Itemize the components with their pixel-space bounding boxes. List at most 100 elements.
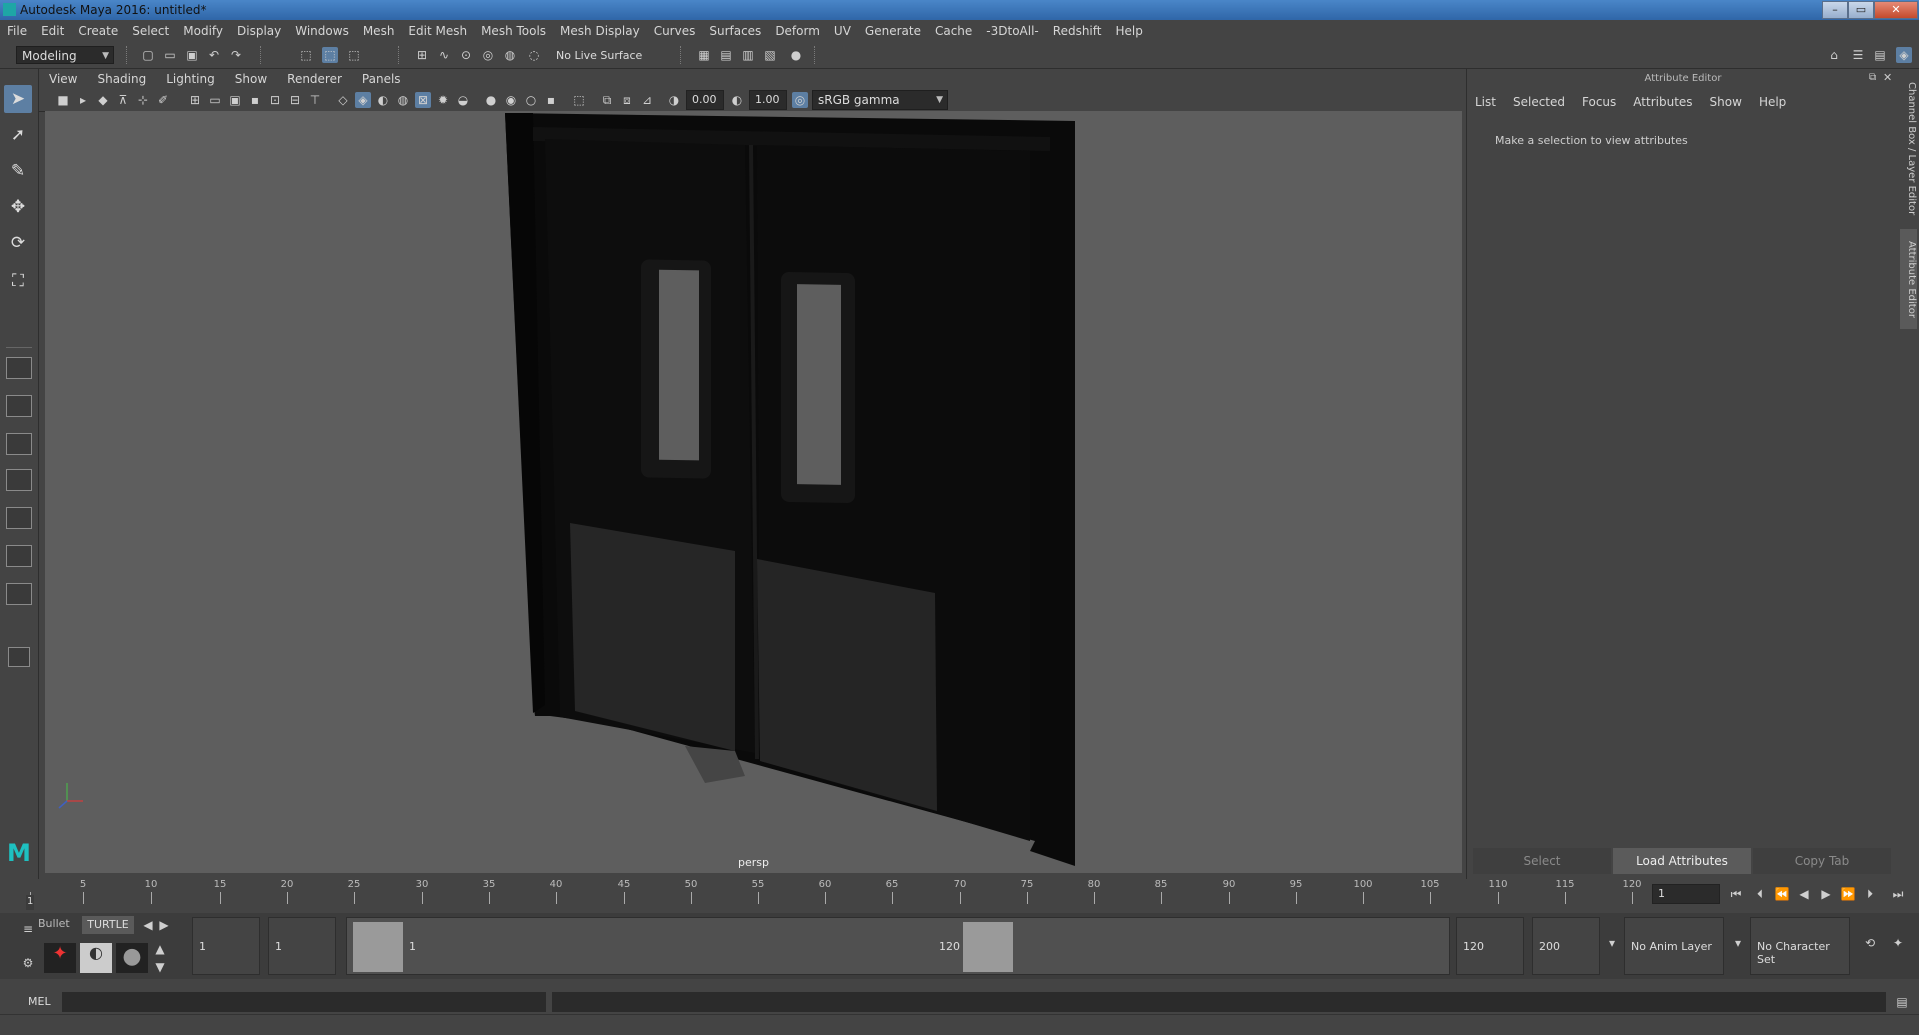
menu-modify[interactable]: Modify — [176, 24, 230, 38]
scale-tool-icon[interactable]: ⛶ — [4, 267, 32, 295]
menu-surfaces[interactable]: Surfaces — [702, 24, 768, 38]
attr-menu-attributes[interactable]: Attributes — [1633, 95, 1692, 109]
menu-help[interactable]: Help — [1108, 24, 1149, 38]
channel-box-toggle-icon[interactable]: ◈ — [1896, 47, 1912, 63]
render-settings-icon[interactable]: ▦ — [696, 47, 712, 63]
turtle-render-icon[interactable]: ✦ — [44, 943, 76, 973]
wireframe-icon[interactable]: ◇ — [335, 92, 351, 108]
open-scene-icon[interactable]: ▭ — [162, 47, 178, 63]
textured-icon[interactable]: ⊠ — [415, 92, 431, 108]
select-button[interactable]: Select — [1473, 848, 1611, 874]
menu-redshift[interactable]: Redshift — [1046, 24, 1109, 38]
shelf-menu-icon[interactable]: ≡ — [20, 921, 36, 937]
viewport-menu-show[interactable]: Show — [225, 72, 277, 86]
exposure-field[interactable]: 0.00 — [686, 90, 724, 110]
close-icon[interactable]: ✕ — [1874, 1, 1918, 19]
step-back-key-icon[interactable]: ⏴ — [1752, 886, 1768, 902]
animation-start-field[interactable]: 1 — [192, 917, 260, 975]
attr-menu-focus[interactable]: Focus — [1582, 95, 1616, 109]
attr-menu-list[interactable]: List — [1475, 95, 1496, 109]
go-to-end-icon[interactable]: ⏭ — [1890, 886, 1906, 902]
film-gate-icon[interactable]: ▭ — [207, 92, 223, 108]
menu-mesh[interactable]: Mesh — [356, 24, 402, 38]
color-management-icon[interactable]: ◎ — [792, 92, 808, 108]
load-attributes-button[interactable]: Load Attributes — [1613, 848, 1751, 874]
menu-curves[interactable]: Curves — [647, 24, 703, 38]
wireframe-on-shaded-icon[interactable]: ◐ — [375, 92, 391, 108]
select-component-icon[interactable]: ⬚ — [346, 47, 362, 63]
shadows-icon[interactable]: ◒ — [455, 92, 471, 108]
safe-action-icon[interactable]: ⊟ — [287, 92, 303, 108]
shelf-scroll-up-icon[interactable]: ▲ — [152, 941, 168, 957]
float-panel-icon[interactable]: ⧉ — [1869, 72, 1881, 84]
custom-layout-icon[interactable] — [6, 583, 32, 605]
attr-menu-selected[interactable]: Selected — [1513, 95, 1565, 109]
smooth-shade-icon[interactable]: ◈ — [355, 92, 371, 108]
shelf-tab-turtle[interactable]: TURTLE — [82, 916, 134, 934]
menu-file[interactable]: File — [0, 24, 34, 38]
maximize-icon[interactable]: ▭ — [1848, 1, 1874, 19]
outliner-persp-layout-icon[interactable] — [6, 507, 32, 529]
menu-create[interactable]: Create — [71, 24, 125, 38]
menu-uv[interactable]: UV — [827, 24, 858, 38]
move-tool-icon[interactable]: ✥ — [4, 193, 32, 221]
image-plane-icon[interactable]: ⊼ — [115, 92, 131, 108]
menu-select[interactable]: Select — [125, 24, 176, 38]
command-input[interactable] — [62, 992, 546, 1012]
turtle-bake-icon[interactable]: ◐ — [80, 943, 112, 973]
menu-generate[interactable]: Generate — [858, 24, 928, 38]
persp-graph-layout-icon[interactable] — [6, 469, 32, 491]
anti-aliasing-icon[interactable]: ○ — [523, 92, 539, 108]
grease-pencil-icon[interactable]: ✐ — [155, 92, 171, 108]
minimize-icon[interactable]: – — [1822, 1, 1848, 19]
snap-grid-icon[interactable]: ⊞ — [414, 47, 430, 63]
chevron-down-icon[interactable]: ▾ — [1604, 935, 1620, 951]
shelf-scroll-down-icon[interactable]: ▼ — [152, 959, 168, 975]
range-start-handle[interactable] — [353, 922, 403, 972]
shelf-scroll-left-icon[interactable]: ◀ — [140, 917, 156, 933]
viewport-menu-panels[interactable]: Panels — [352, 72, 411, 86]
animation-preferences-icon[interactable]: ✦ — [1890, 935, 1906, 951]
camera-attributes-icon[interactable]: ▸ — [75, 92, 91, 108]
select-tool-icon[interactable]: ➤ — [4, 85, 32, 113]
step-forward-frame-icon[interactable]: ⏩ — [1840, 886, 1856, 902]
snap-surface-icon[interactable]: ◍ — [502, 47, 518, 63]
menu-set-dropdown[interactable]: Modeling ▼ — [16, 46, 114, 64]
depth-of-field-icon[interactable]: ▪ — [543, 92, 559, 108]
select-hierarchy-icon[interactable]: ⬚ — [298, 47, 314, 63]
attr-menu-help[interactable]: Help — [1759, 95, 1786, 109]
save-scene-icon[interactable]: ▣ — [184, 47, 200, 63]
playback-start-field[interactable]: 1 — [268, 917, 336, 975]
redo-icon[interactable]: ↷ — [228, 47, 244, 63]
xray-joints-icon[interactable]: ⊿ — [639, 92, 655, 108]
two-d-pan-zoom-icon[interactable]: ⊹ — [135, 92, 151, 108]
playback-end-field[interactable]: 120 — [1456, 917, 1524, 975]
step-forward-key-icon[interactable]: ⏵ — [1862, 886, 1878, 902]
motion-blur-icon[interactable]: ◉ — [503, 92, 519, 108]
render-view-icon[interactable]: ▧ — [762, 47, 778, 63]
single-perspective-layout-icon[interactable] — [6, 357, 32, 379]
character-set-dropdown[interactable]: No Character Set — [1750, 917, 1850, 975]
paint-select-tool-icon[interactable]: ✎ — [4, 157, 32, 185]
safe-title-icon[interactable]: ⊤ — [307, 92, 323, 108]
menu-mesh-tools[interactable]: Mesh Tools — [474, 24, 553, 38]
resolution-gate-icon[interactable]: ▣ — [227, 92, 243, 108]
range-end-handle[interactable] — [963, 922, 1013, 972]
menu-cache[interactable]: Cache — [928, 24, 979, 38]
snap-curve-icon[interactable]: ∿ — [436, 47, 452, 63]
gamma-field[interactable]: 1.00 — [749, 90, 787, 110]
command-language-label[interactable]: MEL — [28, 995, 51, 1008]
perspective-viewport[interactable]: persp — [45, 111, 1462, 873]
menu-edit-mesh[interactable]: Edit Mesh — [401, 24, 474, 38]
menu-display[interactable]: Display — [230, 24, 288, 38]
animation-end-field[interactable]: 200 — [1532, 917, 1600, 975]
close-panel-icon[interactable]: ✕ — [1883, 71, 1895, 84]
viewport-menu-lighting[interactable]: Lighting — [156, 72, 225, 86]
attr-menu-show[interactable]: Show — [1710, 95, 1742, 109]
anim-layer-dropdown[interactable]: No Anim Layer — [1624, 917, 1724, 975]
play-backwards-icon[interactable]: ◀ — [1796, 886, 1812, 902]
screen-space-ambient-occlusion-icon[interactable]: ● — [483, 92, 499, 108]
tool-settings-toggle-icon[interactable]: ▤ — [1872, 47, 1888, 63]
isolate-select-icon[interactable]: ⬚ — [571, 92, 587, 108]
more-layouts-icon[interactable] — [8, 647, 30, 667]
